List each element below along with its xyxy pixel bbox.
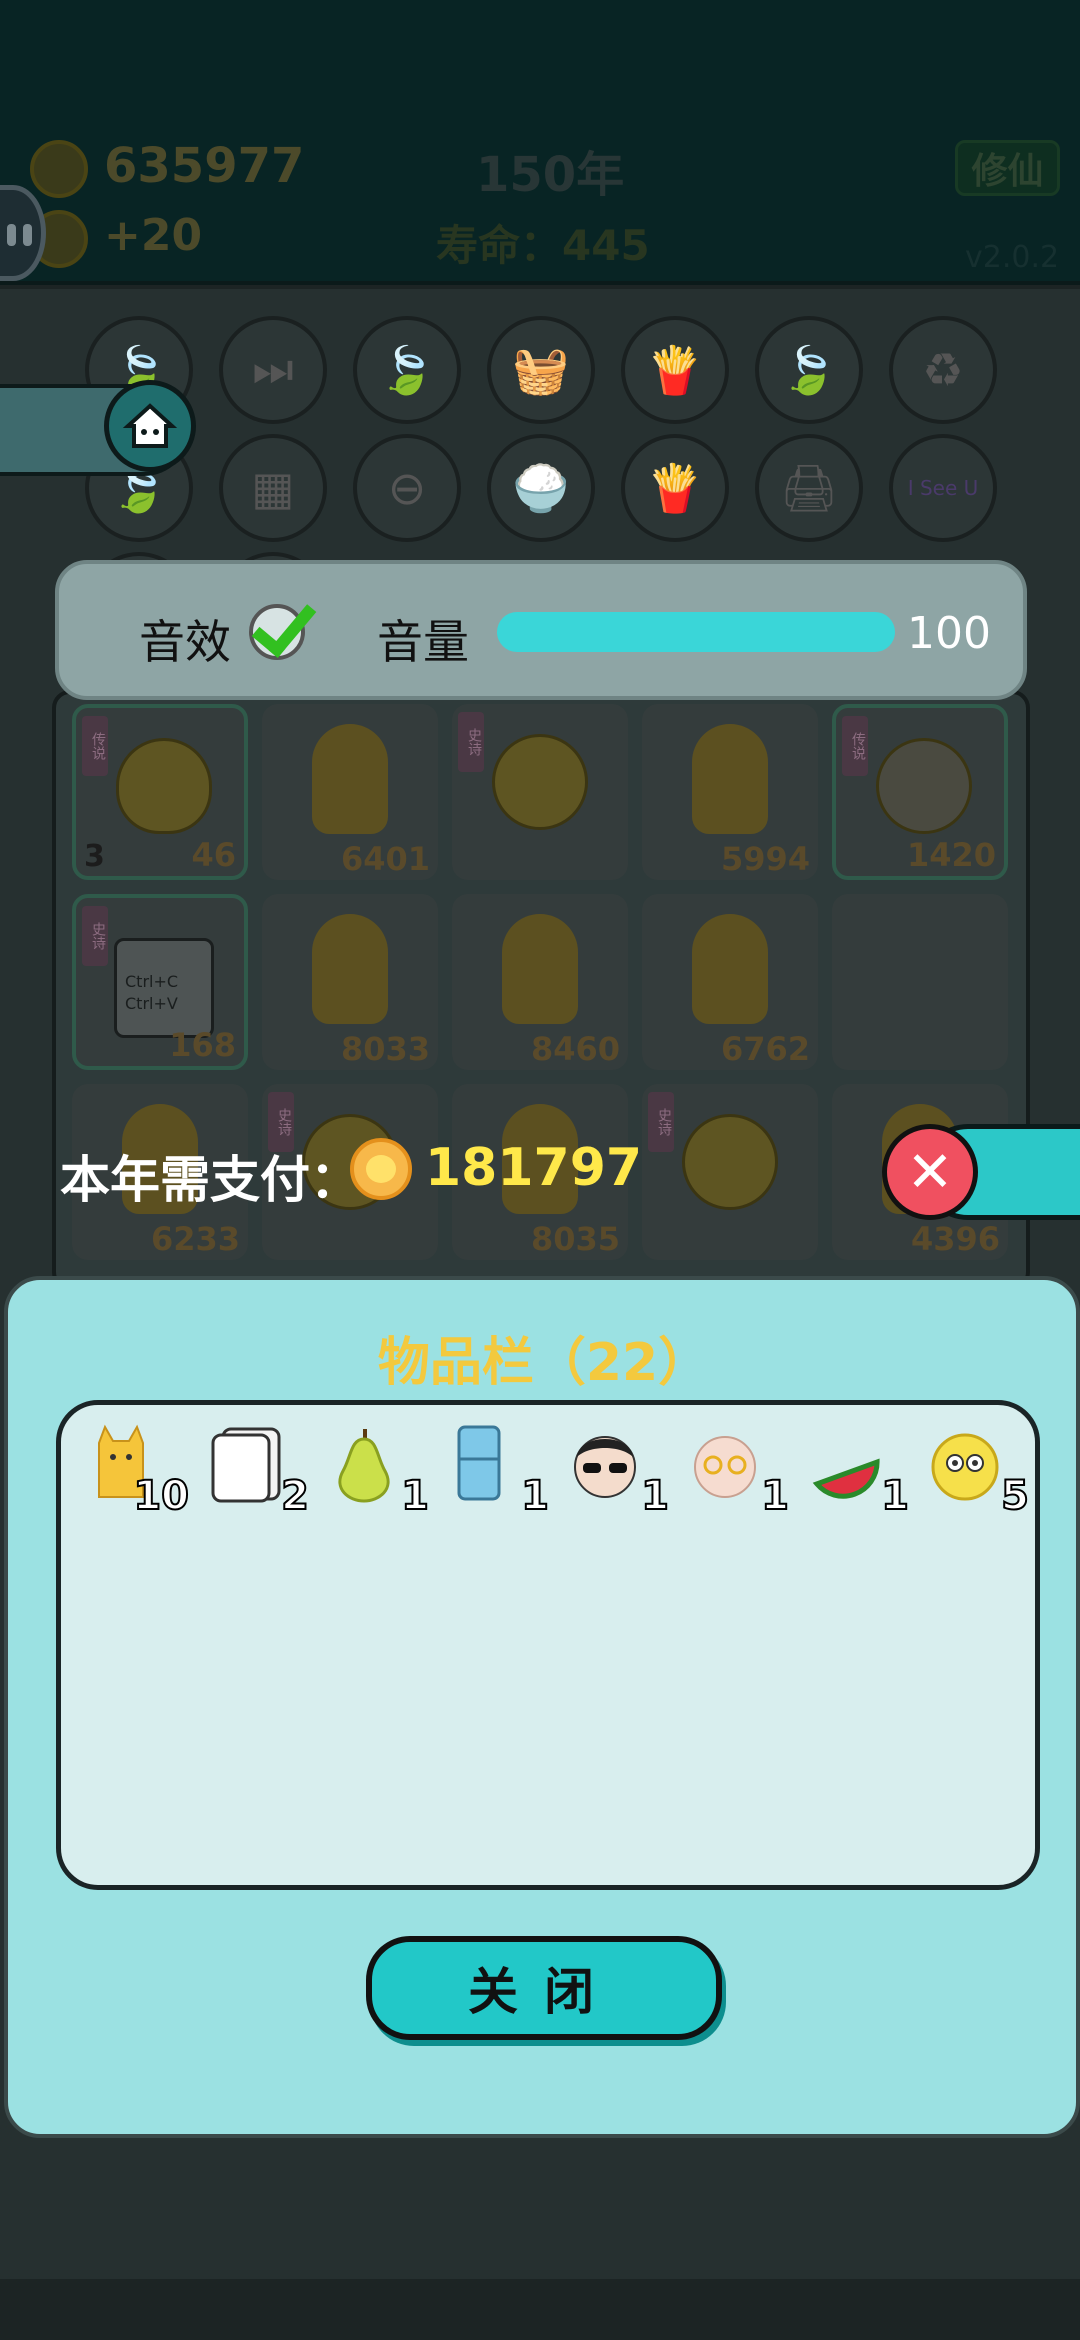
rice-bowl-icon[interactable]: 🍚 [487, 434, 595, 542]
watermelon-icon [812, 1458, 880, 1499]
volume-value: 100 [907, 608, 991, 659]
grid-cell[interactable]: Ctrl+C Ctrl+V 史诗 168 [72, 894, 248, 1070]
grid-cell[interactable]: 传说 3 46 [72, 704, 248, 880]
grid-cell[interactable] [832, 894, 1008, 1070]
grid-cell[interactable]: 6401 [262, 704, 438, 880]
grid-cell[interactable]: 史诗 [452, 704, 628, 880]
leaf-icon[interactable]: 🍃 [755, 316, 863, 424]
fries-icon[interactable]: 🍟 [621, 316, 729, 424]
pear-icon [338, 1429, 390, 1503]
tool-icon-row-2: 🍃 ▦ ⊖ 🍚 🍟 🖨 I See U [85, 434, 997, 542]
version-label: v2.0.2 [965, 240, 1060, 275]
inventory-box: 10 2 1 1 1 1 1 5 [56, 1400, 1040, 1890]
inventory-item[interactable]: 1 [449, 1423, 550, 1523]
grid-cell[interactable]: 8033 [262, 894, 438, 1070]
sound-checkbox[interactable] [249, 604, 305, 660]
close-button[interactable]: 关闭 [366, 1936, 722, 2040]
inventory-title: 物品栏（22） [377, 1333, 711, 1393]
refresh-icon[interactable]: ♻ [889, 316, 997, 424]
skip-icon[interactable]: ⏭ [219, 316, 327, 424]
old-man-icon [694, 1436, 756, 1498]
sound-label: 音效 [139, 615, 231, 669]
payment-label: 本年需支付： [60, 1151, 360, 1209]
grid-cell[interactable]: 6762 [642, 894, 818, 1070]
inventory-item[interactable]: 10 [89, 1423, 190, 1523]
grid-cell[interactable]: 8460 [452, 894, 628, 1070]
settings-panel: 音效 音量 100 [55, 560, 1027, 700]
grid-cell[interactable]: 5994 [642, 704, 818, 880]
home-icon[interactable] [104, 380, 196, 472]
grid-cell[interactable]: 传说 1420 [832, 704, 1008, 880]
income-rate: +20 [104, 210, 203, 261]
inventory-item[interactable]: 1 [689, 1423, 790, 1523]
year-display: 150年 [476, 147, 625, 203]
yellow-face-icon [931, 1433, 999, 1501]
grid-cell[interactable]: 史诗 [642, 1084, 818, 1260]
inventory-dialog: 物品栏（22） 10 2 1 1 1 1 1 5 关闭 [4, 1276, 1080, 2138]
tool-icon-row-1: 🍃 ⏭ 🍃 🧺 🍟 🍃 ♻ [85, 316, 997, 424]
volume-slider[interactable] [497, 612, 895, 652]
basket-icon[interactable]: 🧺 [487, 316, 595, 424]
inventory-item[interactable]: 2 [209, 1423, 310, 1523]
ctrl-cv-card-icon [211, 1427, 281, 1503]
i-see-u-icon[interactable]: I See U [889, 434, 997, 542]
top-header: 635977 +20 150年 寿命：445 修仙 v2.0.2 [0, 0, 1080, 285]
inventory-item[interactable]: 5 [929, 1423, 1030, 1523]
volume-label: 音量 [377, 615, 469, 669]
payment-amount: 181797 [425, 1138, 643, 1198]
minus-icon[interactable]: ⊖ [353, 434, 461, 542]
sugar-cubes-icon[interactable]: ▦ [219, 434, 327, 542]
inventory-item[interactable]: 1 [809, 1423, 910, 1523]
close-icon[interactable]: ✕ [882, 1124, 978, 1220]
printer-icon[interactable]: 🖨 [755, 434, 863, 542]
coin-balance: 635977 [104, 138, 305, 194]
lifespan-display: 寿命：445 [436, 221, 650, 270]
coin-icon [30, 140, 88, 198]
coin-icon [350, 1138, 412, 1200]
leaf-icon[interactable]: 🍃 [353, 316, 461, 424]
inventory-item[interactable]: 1 [329, 1423, 430, 1523]
cultivate-button[interactable]: 修仙 [955, 140, 1060, 196]
fries-icon[interactable]: 🍟 [621, 434, 729, 542]
fridge-icon [457, 1425, 501, 1501]
sunglasses-man-icon [574, 1436, 636, 1498]
inventory-item[interactable]: 1 [569, 1423, 670, 1523]
